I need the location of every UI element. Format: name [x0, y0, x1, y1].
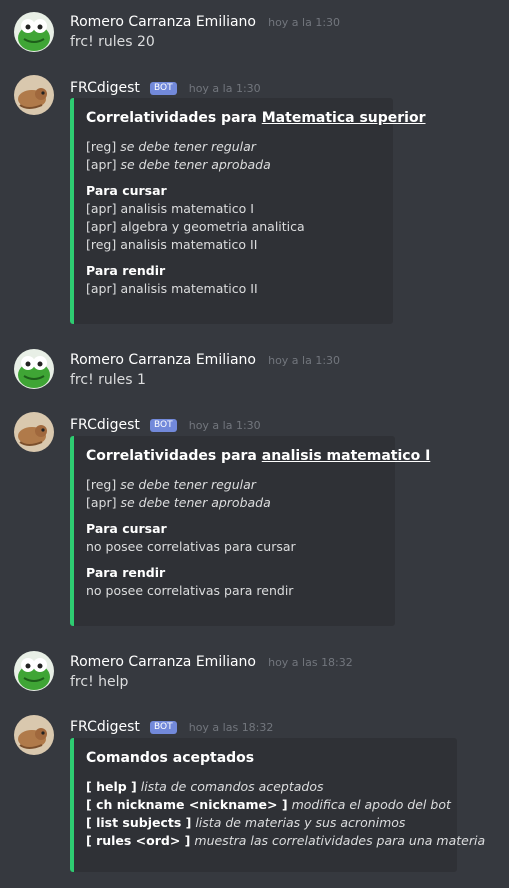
- message-text: frc! rules 20: [70, 34, 155, 50]
- command-line: [ list subjects ] lista de materias y su…: [86, 815, 406, 830]
- author-name[interactable]: Romero Carranza Emiliano: [70, 14, 256, 30]
- embed-title: Correlatividades para analisis matematic…: [86, 448, 431, 464]
- field-line: [reg] analisis matematico II: [86, 237, 258, 252]
- embed-title-link[interactable]: analisis matematico I: [262, 448, 431, 464]
- legend-line: [reg] se debe tener regular: [86, 139, 256, 154]
- legend-line: [reg] se debe tener regular: [86, 477, 256, 492]
- kermit-avatar-icon[interactable]: [14, 12, 54, 52]
- author-name[interactable]: FRCdigest: [70, 80, 140, 96]
- bot-tag: BOT: [150, 721, 177, 734]
- command-line: [ ch nickname <nickname> ] modifica el a…: [86, 797, 451, 812]
- message-timestamp: hoy a la 1:30: [188, 82, 261, 95]
- message-text: frc! rules 1: [70, 372, 146, 388]
- message-timestamp: hoy a la 1:30: [268, 16, 341, 29]
- lizard-avatar-icon[interactable]: [14, 75, 54, 115]
- kermit-avatar-icon[interactable]: [14, 651, 54, 691]
- lizard-avatar-icon[interactable]: [14, 715, 54, 755]
- message-timestamp: hoy a las 18:32: [268, 656, 353, 669]
- lizard-avatar-icon[interactable]: [14, 412, 54, 452]
- embed-title-link[interactable]: Matematica superior: [262, 110, 426, 126]
- bot-tag: BOT: [150, 82, 177, 95]
- message-text: frc! help: [70, 674, 129, 690]
- field-line: [apr] analisis matematico II: [86, 281, 258, 296]
- author-name[interactable]: FRCdigest: [70, 417, 140, 433]
- author-name[interactable]: Romero Carranza Emiliano: [70, 352, 256, 368]
- field-name: Para cursar: [86, 521, 167, 536]
- bot-tag: BOT: [150, 419, 177, 432]
- author-name[interactable]: Romero Carranza Emiliano: [70, 654, 256, 670]
- legend-line: [apr] se debe tener aprobada: [86, 157, 271, 172]
- field-line: no posee correlativas para rendir: [86, 583, 294, 598]
- embed-card: Comandos aceptados [ help ] lista de com…: [70, 738, 486, 872]
- embed-title: Correlatividades para Matematica superio…: [86, 110, 426, 126]
- command-line: [ rules <ord> ] muestra las correlativid…: [86, 833, 486, 848]
- field-name: Para rendir: [86, 565, 166, 580]
- field-name: Para cursar: [86, 183, 167, 198]
- message-timestamp: hoy a la 1:30: [188, 419, 261, 432]
- field-line: no posee correlativas para cursar: [86, 539, 296, 554]
- embed-title: Comandos aceptados: [86, 750, 255, 766]
- field-line: [apr] analisis matematico I: [86, 201, 254, 216]
- command-line: [ help ] lista de comandos aceptados: [86, 779, 324, 794]
- legend-line: [apr] se debe tener aprobada: [86, 495, 271, 510]
- message-timestamp: hoy a las 18:32: [188, 721, 274, 734]
- author-name[interactable]: FRCdigest: [70, 719, 140, 735]
- embed-card: Correlatividades para Matematica superio…: [70, 98, 426, 324]
- kermit-avatar-icon[interactable]: [14, 349, 54, 389]
- field-name: Para rendir: [86, 263, 166, 278]
- embed-card: Correlatividades para analisis matematic…: [70, 436, 431, 626]
- message-timestamp: hoy a la 1:30: [268, 354, 341, 367]
- field-line: [apr] algebra y geometria analitica: [86, 219, 305, 234]
